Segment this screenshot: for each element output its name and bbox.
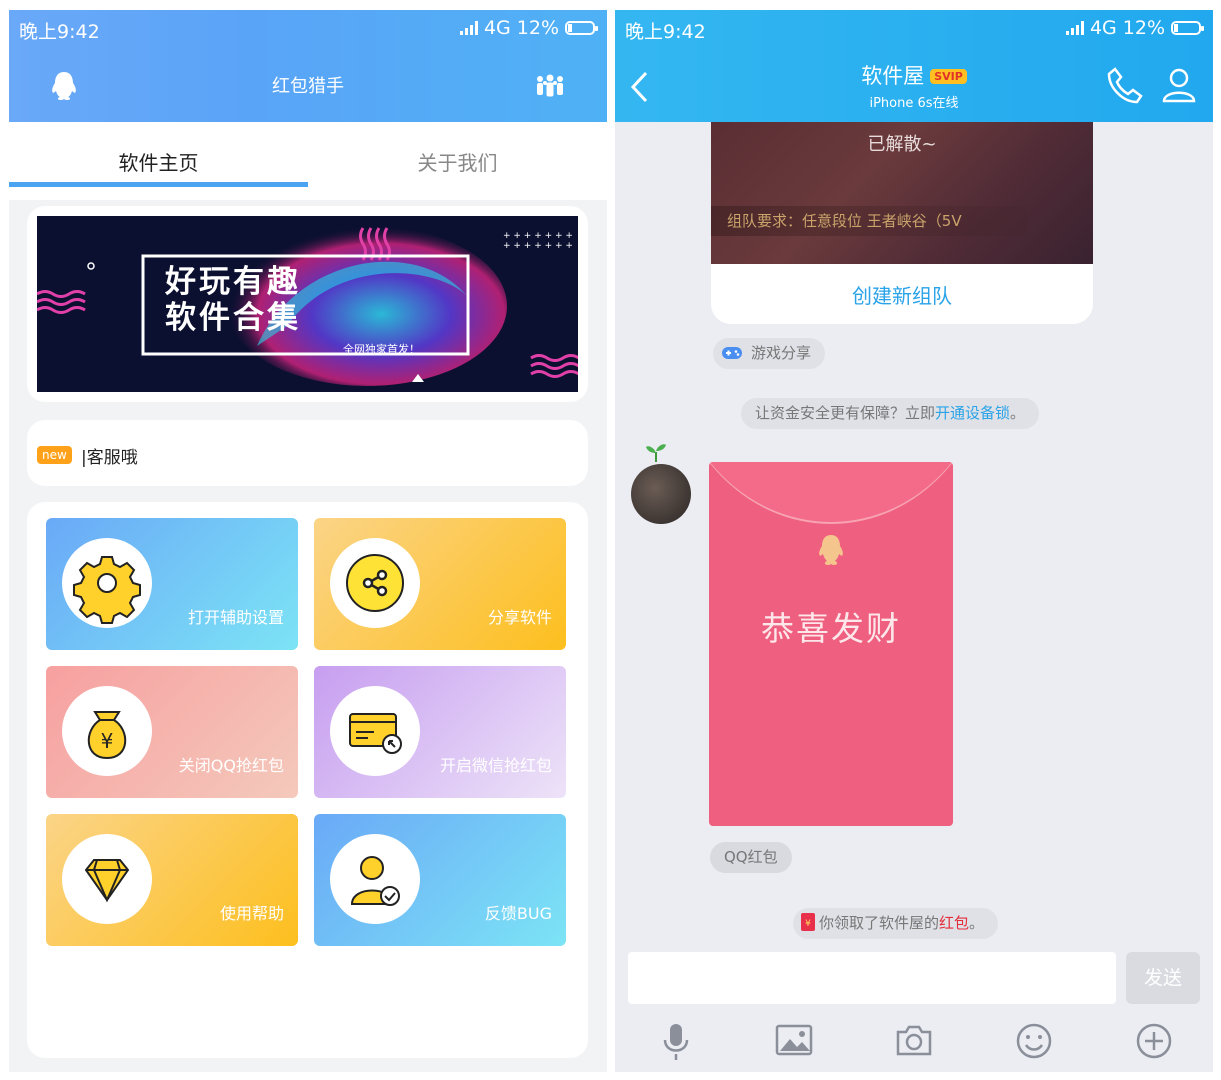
device-lock-link[interactable]: 开通设备锁 xyxy=(935,404,1010,422)
svg-text:¥: ¥ xyxy=(101,729,114,753)
battery-icon xyxy=(1171,21,1204,35)
tile-label: 使用帮助 xyxy=(219,904,284,923)
tile-close-qq-grab[interactable]: ¥ 关闭QQ抢红包 xyxy=(46,666,298,798)
security-tip-text: 让资金安全更有保障？立即 xyxy=(755,404,936,422)
red-packet-greeting: 恭喜发财 xyxy=(761,609,901,648)
banner-art: + + + + + + + + + + + + + + xyxy=(37,226,578,386)
tile-label: 反馈BUG xyxy=(484,904,552,923)
tab-home[interactable]: 软件主页 xyxy=(9,122,308,200)
user-check-icon xyxy=(350,856,400,906)
network-label: 4G xyxy=(483,17,511,39)
battery-percent: 12% xyxy=(1122,17,1165,39)
battery-icon xyxy=(565,21,598,35)
message-input[interactable] xyxy=(628,952,1116,1004)
camera-icon[interactable] xyxy=(895,1022,933,1058)
red-envelope-icon: ¥ xyxy=(801,913,815,931)
plus-icon[interactable] xyxy=(1135,1022,1173,1060)
security-tip: 让资金安全更有保障？立即开通设备锁。 xyxy=(741,398,1040,429)
tile-share-software[interactable]: 分享软件 xyxy=(314,518,566,650)
chat-name: 软件屋 xyxy=(861,64,925,88)
tile-help[interactable]: 使用帮助 xyxy=(46,814,298,946)
status-bar: 晚上9:42 4G 12% xyxy=(9,10,607,48)
group-icon[interactable] xyxy=(533,74,567,100)
phone-call-icon[interactable] xyxy=(1107,66,1143,104)
diamond-icon xyxy=(84,859,130,903)
tile-label: 关闭QQ抢红包 xyxy=(178,756,284,775)
received-notice: ¥ 你领取了软件屋的红包。 xyxy=(793,908,999,939)
svg-text:¥: ¥ xyxy=(805,919,811,929)
tab-indicator xyxy=(9,182,308,187)
battery-percent: 12% xyxy=(516,17,559,39)
red-packet[interactable]: 恭喜发财 xyxy=(709,462,953,826)
sender-avatar[interactable] xyxy=(631,464,691,524)
team-dissolved-text: 已解散~ xyxy=(867,134,937,155)
team-card-image: 已解散~ 组队要求：任意段位 王者峡谷（5V xyxy=(711,122,1093,264)
red-packet-label: QQ红包 xyxy=(710,842,792,873)
team-requirement: 组队要求：任意段位 王者峡谷（5V xyxy=(711,206,1027,236)
signal-icon xyxy=(1065,21,1084,35)
card-icon xyxy=(349,713,402,754)
new-badge: new xyxy=(37,446,72,464)
red-packet-link[interactable]: 红包 xyxy=(939,914,969,932)
tile-open-settings[interactable]: 打开辅助设置 xyxy=(46,518,298,650)
status-time: 晚上9:42 xyxy=(625,21,706,43)
tile-label: 分享软件 xyxy=(487,608,552,627)
chat-header: 晚上9:42 4G 12% 软件屋 SVIP iPhone 6s在线 xyxy=(615,10,1213,122)
tile-label: 开启微信抢红包 xyxy=(439,756,552,775)
tile-feedback-bug[interactable]: 反馈BUG xyxy=(314,814,566,946)
qq-penguin-icon xyxy=(819,535,843,565)
status-bar: 晚上9:42 4G 12% xyxy=(615,10,1213,48)
money-bag-icon: ¥ xyxy=(87,711,127,760)
gamepad-icon xyxy=(722,347,742,359)
microphone-icon[interactable] xyxy=(659,1022,693,1062)
game-share-tag[interactable]: 游戏分享 xyxy=(713,338,826,369)
banner-subtitle: 全网独家首发！ xyxy=(343,343,420,356)
signal-icon xyxy=(459,21,478,35)
user-profile-icon[interactable] xyxy=(1161,66,1197,104)
image-icon[interactable] xyxy=(775,1022,813,1058)
banner-image[interactable]: + + + + + + + + + + + + + + 好玩有趣 软件合集 全网… xyxy=(37,216,578,392)
sprout-icon xyxy=(646,444,666,462)
tab-about[interactable]: 关于我们 xyxy=(308,122,607,200)
notice-text: |客服哦 xyxy=(81,448,138,468)
tile-label: 打开辅助设置 xyxy=(187,608,284,627)
team-card[interactable]: 已解散~ 组队要求：任意段位 王者峡谷（5V 创建新组队 xyxy=(711,122,1093,324)
svg-text:+ + + + + + +: + + + + + + + xyxy=(503,241,573,251)
app-title: 红包猎手 xyxy=(272,76,344,97)
banner-title-line2: 软件合集 xyxy=(165,300,301,336)
app-header: 晚上9:42 4G 12% 红包猎手 xyxy=(9,10,607,122)
send-button[interactable]: 发送 xyxy=(1126,952,1200,1004)
network-label: 4G xyxy=(1089,17,1117,39)
left-screen: 晚上9:42 4G 12% 红包猎手 软件主页 关于我们 + + + + + +… xyxy=(9,10,607,1072)
create-team-link[interactable]: 创建新组队 xyxy=(711,280,1093,309)
tab-bar: 软件主页 关于我们 xyxy=(9,122,607,200)
emoji-icon[interactable] xyxy=(1015,1022,1053,1060)
received-text: 你领取了软件屋的 xyxy=(819,914,940,932)
gear-icon xyxy=(73,556,141,624)
tile-open-wechat-grab[interactable]: 开启微信抢红包 xyxy=(314,666,566,798)
banner-title-line1: 好玩有趣 xyxy=(165,264,301,300)
svg-text:+ + + + + + +: + + + + + + + xyxy=(503,231,573,241)
game-share-text: 游戏分享 xyxy=(751,344,812,362)
right-screen: 晚上9:42 4G 12% 软件屋 SVIP iPhone 6s在线 已解散~ 组… xyxy=(615,10,1213,1072)
share-icon xyxy=(346,554,404,612)
status-time: 晚上9:42 xyxy=(19,21,100,43)
svip-badge: SVIP xyxy=(930,69,967,84)
